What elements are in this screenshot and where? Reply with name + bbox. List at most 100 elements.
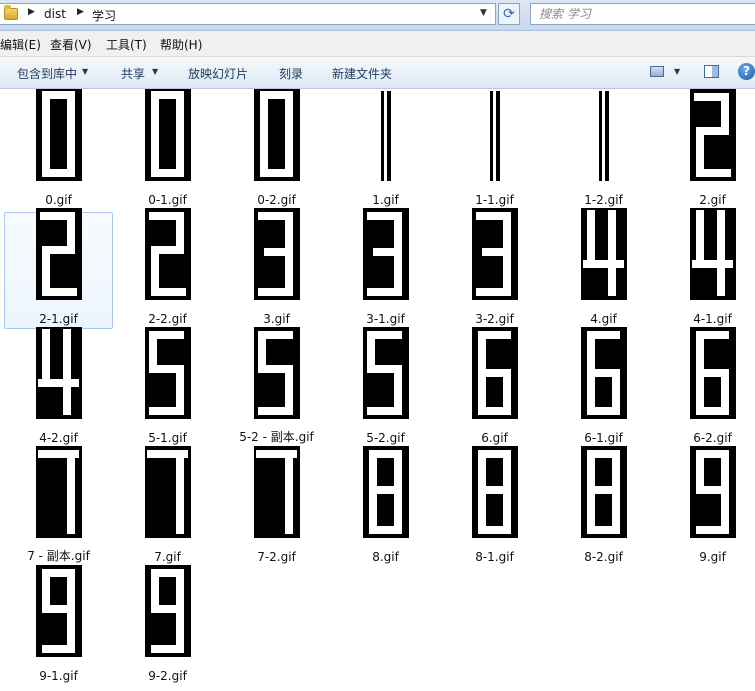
breadcrumb-study[interactable]: 学习 [92,7,116,24]
image-thumbnail [489,91,500,181]
share-dropdown-icon[interactable]: ▼ [152,67,158,76]
image-thumbnail [580,446,627,538]
file-name-label: 1.gif [372,193,399,207]
image-thumbnail [598,91,609,181]
file-name-label: 6.gif [481,431,508,445]
file-name-label: 8-1.gif [475,550,514,564]
preview-pane-icon[interactable] [704,65,719,78]
file-item[interactable]: 5-2 - 副本.gif [222,327,331,448]
include-library-dropdown-icon[interactable]: ▼ [82,67,88,76]
share-button[interactable]: 共享 [121,65,145,82]
slideshow-button[interactable]: 放映幻灯片 [188,65,248,82]
image-thumbnail [35,565,82,657]
image-thumbnail [35,327,82,419]
file-item[interactable]: 2.gif [658,89,755,210]
file-name-label: 5-2.gif [366,431,405,445]
folder-icon [4,5,18,20]
image-thumbnail [689,327,736,419]
include-library-button[interactable]: 包含到库中 [17,65,77,82]
command-bar: 包含到库中 ▼ 共享 ▼ 放映幻灯片 刻录 新建文件夹 ▼ ? [0,57,755,89]
file-item[interactable]: 3.gif [222,208,331,329]
address-bar[interactable]: ▶ dist ▶ 学习 ▼ [0,3,496,25]
image-thumbnail [580,327,627,419]
image-thumbnail [689,446,736,538]
file-list: 0.gif 0-1.gif 0-2.gif 1.gif 1-1.gif 1-2.gif 2.… [0,89,755,691]
file-item[interactable]: 6.gif [440,327,549,448]
image-thumbnail [362,327,409,419]
file-item[interactable]: 5-1.gif [113,327,222,448]
file-name-label: 9-1.gif [39,669,78,683]
file-item[interactable]: 4-1.gif [658,208,755,329]
image-thumbnail [380,91,391,181]
image-thumbnail [689,89,736,181]
refresh-button[interactable]: ⟳ [498,3,520,25]
burn-button[interactable]: 刻录 [279,65,303,82]
image-thumbnail [253,208,300,300]
breadcrumb-dist[interactable]: dist [44,7,66,21]
file-name-label: 3-1.gif [366,312,405,326]
file-item[interactable]: 5-2.gif [331,327,440,448]
file-item[interactable]: 3-2.gif [440,208,549,329]
address-dropdown-icon[interactable]: ▼ [480,8,487,18]
file-name-label: 8.gif [372,550,399,564]
file-item[interactable]: 1-2.gif [549,91,658,210]
file-item[interactable]: 9-1.gif [4,565,113,686]
search-input[interactable]: 搜索 学习 [530,3,755,25]
image-thumbnail [253,446,300,538]
file-item[interactable]: 6-1.gif [549,327,658,448]
file-item[interactable]: 0-2.gif [222,89,331,210]
file-name-label: 2.gif [699,193,726,207]
file-name-label: 2-2.gif [148,312,187,326]
image-thumbnail [253,89,300,181]
file-item[interactable]: 6-2.gif [658,327,755,448]
image-thumbnail [35,446,82,538]
file-item[interactable]: 0.gif [4,89,113,210]
file-name-label: 7.gif [154,550,181,564]
menu-help[interactable]: 帮助(H) [160,36,202,53]
menu-edit[interactable]: 编辑(E) [0,36,41,53]
menu-tools[interactable]: 工具(T) [106,36,147,53]
file-item[interactable]: 7-2.gif [222,446,331,567]
file-item[interactable]: 3-1.gif [331,208,440,329]
file-item[interactable]: 8.gif [331,446,440,567]
image-thumbnail [471,208,518,300]
image-thumbnail [144,208,191,300]
file-item[interactable]: 1-1.gif [440,91,549,210]
menu-bar: 编辑(E) 查看(V) 工具(T) 帮助(H) [0,31,755,57]
file-item[interactable]: 7 - 副本.gif [4,446,113,567]
file-name-label: 7 - 副本.gif [27,549,90,563]
view-dropdown-icon[interactable]: ▼ [674,67,680,76]
image-thumbnail [253,327,300,419]
image-thumbnail [362,446,409,538]
file-item[interactable]: 7.gif [113,446,222,567]
file-item[interactable]: 4-2.gif [4,327,113,448]
file-name-label: 4.gif [590,312,617,326]
change-view-icon[interactable] [650,66,664,77]
image-thumbnail [144,565,191,657]
image-thumbnail [362,208,409,300]
file-item[interactable]: 9.gif [658,446,755,567]
file-item[interactable]: 2-2.gif [113,208,222,329]
file-item[interactable]: 2-1.gif [4,208,113,329]
file-name-label: 9.gif [699,550,726,564]
image-thumbnail [144,446,191,538]
file-item[interactable]: 4.gif [549,208,658,329]
file-name-label: 5-1.gif [148,431,187,445]
breadcrumb-chevron-icon[interactable]: ▶ [28,7,35,17]
address-bar-row: ▶ dist ▶ 学习 ▼ ⟳ 搜索 学习 [0,0,755,31]
file-name-label: 6-1.gif [584,431,623,445]
menu-view[interactable]: 查看(V) [50,36,92,53]
file-name-label: 3-2.gif [475,312,514,326]
file-item[interactable]: 1.gif [331,91,440,210]
search-placeholder: 搜索 学习 [539,7,591,21]
file-item[interactable]: 8-2.gif [549,446,658,567]
new-folder-button[interactable]: 新建文件夹 [332,65,392,82]
help-icon[interactable]: ? [738,63,755,80]
file-name-label: 4-1.gif [693,312,732,326]
breadcrumb-chevron-icon[interactable]: ▶ [77,7,84,17]
file-item[interactable]: 9-2.gif [113,565,222,686]
file-name-label: 7-2.gif [257,550,296,564]
file-name-label: 1-2.gif [584,193,623,207]
file-item[interactable]: 0-1.gif [113,89,222,210]
file-item[interactable]: 8-1.gif [440,446,549,567]
